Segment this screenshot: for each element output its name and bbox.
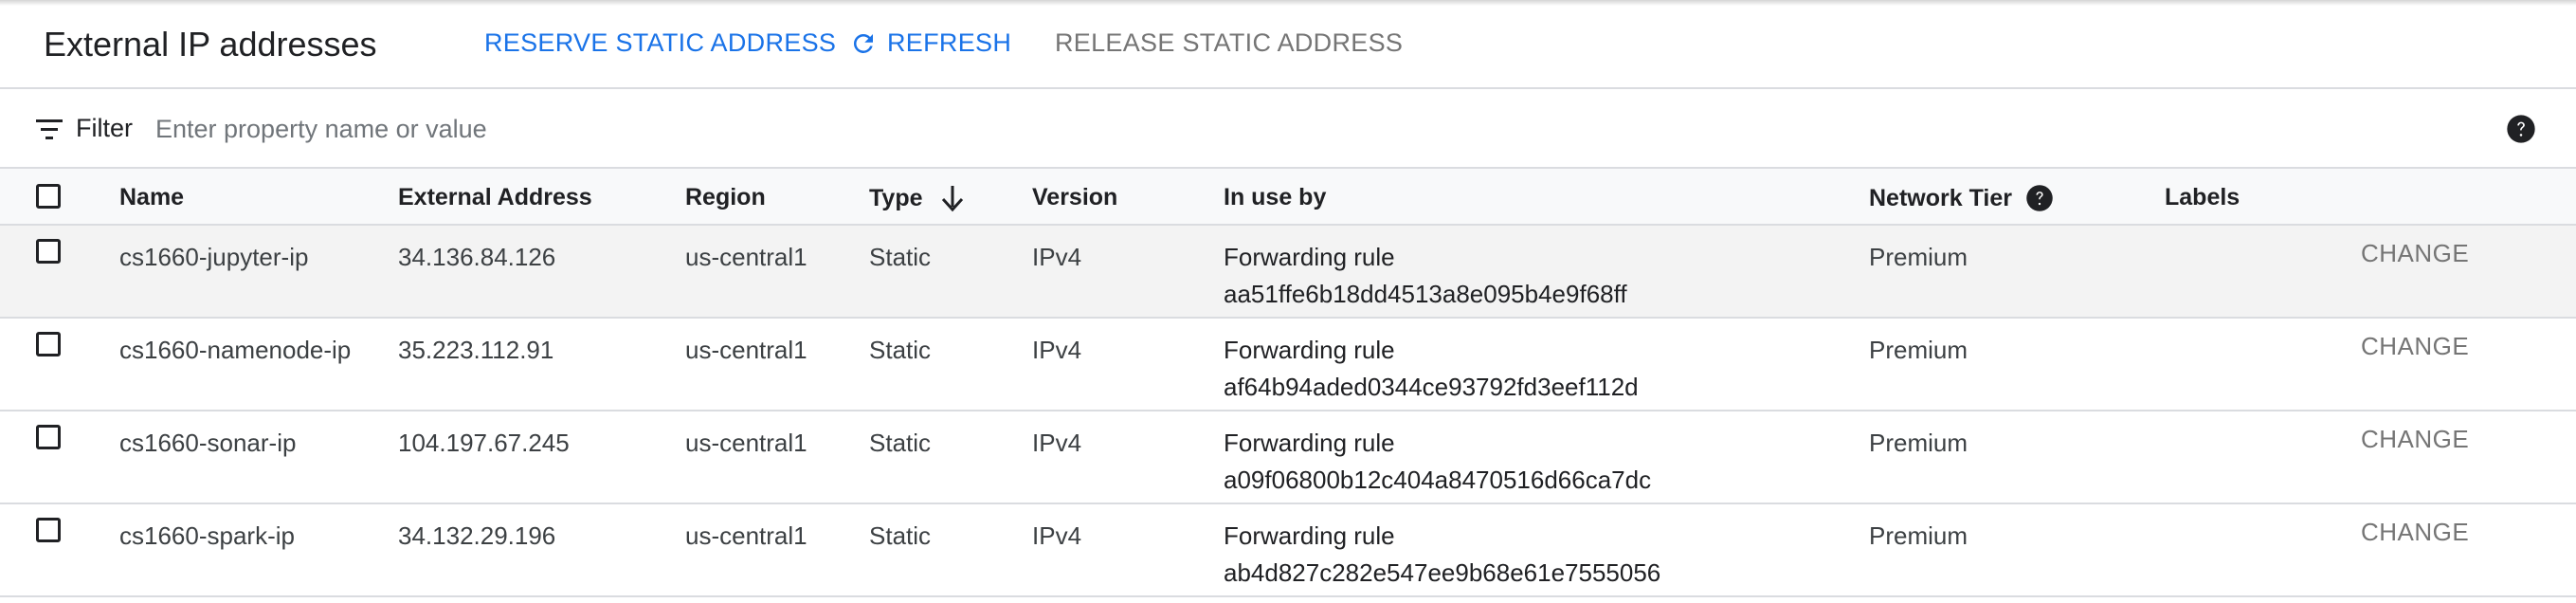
cell-version: IPv4 — [1032, 243, 1082, 271]
row-checkbox[interactable] — [36, 425, 61, 449]
filter-label: Filter — [76, 114, 133, 142]
row-checkbox[interactable] — [36, 518, 61, 542]
change-tier-button[interactable]: CHANGE — [2361, 332, 2469, 361]
cell-name: cs1660-jupyter-ip — [119, 243, 309, 271]
column-header-type[interactable]: Type — [869, 184, 965, 212]
column-header-in-use-by[interactable]: In use by — [1224, 184, 1326, 211]
reserve-static-address-button[interactable]: RESERVE STATIC ADDRESS — [484, 28, 836, 58]
cell-version: IPv4 — [1032, 521, 1082, 550]
column-header-labels[interactable]: Labels — [2165, 184, 2240, 211]
in-use-by-id: aa51ffe6b18dd4513a8e095b4e9f68ff — [1224, 280, 1627, 308]
cell-network-tier: Premium — [1869, 243, 1968, 271]
cell-external-address: 34.136.84.126 — [398, 243, 556, 271]
in-use-by-id: a09f06800b12c404a8470516d66ca7dc — [1224, 466, 1652, 494]
change-tier-button[interactable]: CHANGE — [2361, 239, 2469, 268]
cell-region: us-central1 — [685, 336, 807, 364]
help-icon[interactable] — [2506, 114, 2536, 144]
in-use-by-id: af64b94aded0344ce93792fd3eef112d — [1224, 373, 1639, 401]
in-use-by-kind: Forwarding rule — [1224, 243, 1395, 271]
network-tier-help-icon[interactable] — [2025, 184, 2054, 212]
change-tier-button[interactable]: CHANGE — [2361, 425, 2469, 454]
table-row: cs1660-jupyter-ip 34.136.84.126 us-centr… — [0, 226, 2576, 319]
change-tier-button[interactable]: CHANGE — [2361, 518, 2469, 547]
cell-network-tier: Premium — [1869, 429, 1968, 457]
column-header-name[interactable]: Name — [119, 184, 184, 211]
cell-version: IPv4 — [1032, 429, 1082, 457]
row-checkbox[interactable] — [36, 332, 61, 356]
cell-version: IPv4 — [1032, 336, 1082, 364]
in-use-by-kind: Forwarding rule — [1224, 429, 1395, 457]
cell-type: Static — [869, 521, 932, 550]
cell-name: cs1660-sonar-ip — [119, 429, 297, 457]
table-row: cs1660-sonar-ip 104.197.67.245 us-centra… — [0, 411, 2576, 504]
column-header-external-address[interactable]: External Address — [398, 184, 592, 211]
cell-region: us-central1 — [685, 429, 807, 457]
column-header-network-tier-label: Network Tier — [1869, 184, 2012, 211]
table-header: Name External Address Region Type Versio… — [0, 169, 2576, 226]
refresh-icon — [853, 33, 873, 53]
cell-region: us-central1 — [685, 243, 807, 271]
column-header-type-label: Type — [869, 184, 923, 211]
cell-network-tier: Premium — [1869, 336, 1968, 364]
cell-external-address: 34.132.29.196 — [398, 521, 556, 550]
row-checkbox[interactable] — [36, 239, 61, 264]
column-header-region[interactable]: Region — [685, 184, 766, 211]
cell-network-tier: Premium — [1869, 521, 1968, 550]
column-header-network-tier[interactable]: Network Tier — [1869, 184, 2054, 212]
cell-name: cs1660-spark-ip — [119, 521, 295, 550]
sort-arrow-down-icon[interactable] — [940, 184, 965, 212]
in-use-by-kind: Forwarding rule — [1224, 521, 1395, 550]
filter-input[interactable] — [155, 110, 2335, 148]
column-header-version[interactable]: Version — [1032, 184, 1117, 211]
cell-type: Static — [869, 243, 932, 271]
in-use-by-kind: Forwarding rule — [1224, 336, 1395, 364]
cell-external-address: 35.223.112.91 — [398, 336, 554, 364]
refresh-label: REFRESH — [887, 28, 1012, 57]
filter-bar: Filter — [0, 91, 2576, 169]
filter-icon[interactable] — [36, 118, 64, 142]
cell-type: Static — [869, 429, 932, 457]
select-all-checkbox[interactable] — [36, 184, 61, 209]
page-title: External IP addresses — [44, 25, 377, 64]
cell-region: us-central1 — [685, 521, 807, 550]
cell-type: Static — [869, 336, 932, 364]
cell-in-use-by: Forwarding rule a09f06800b12c404a8470516… — [1224, 425, 1651, 499]
table-row: cs1660-namenode-ip 35.223.112.91 us-cent… — [0, 319, 2576, 411]
in-use-by-id: ab4d827c282e547ee9b68e61e7555056 — [1224, 558, 1661, 587]
release-static-address-button[interactable]: RELEASE STATIC ADDRESS — [1055, 28, 1403, 58]
page-header: External IP addresses RESERVE STATIC ADD… — [0, 6, 2576, 89]
table-row: cs1660-spark-ip 34.132.29.196 us-central… — [0, 504, 2576, 597]
refresh-button[interactable]: REFRESH — [849, 28, 1011, 58]
cell-name: cs1660-namenode-ip — [119, 336, 352, 364]
cell-external-address: 104.197.67.245 — [398, 429, 570, 457]
cell-in-use-by: Forwarding rule af64b94aded0344ce93792fd… — [1224, 332, 1639, 406]
cell-in-use-by: Forwarding rule ab4d827c282e547ee9b68e61… — [1224, 518, 1660, 592]
cell-in-use-by: Forwarding rule aa51ffe6b18dd4513a8e095b… — [1224, 239, 1627, 313]
